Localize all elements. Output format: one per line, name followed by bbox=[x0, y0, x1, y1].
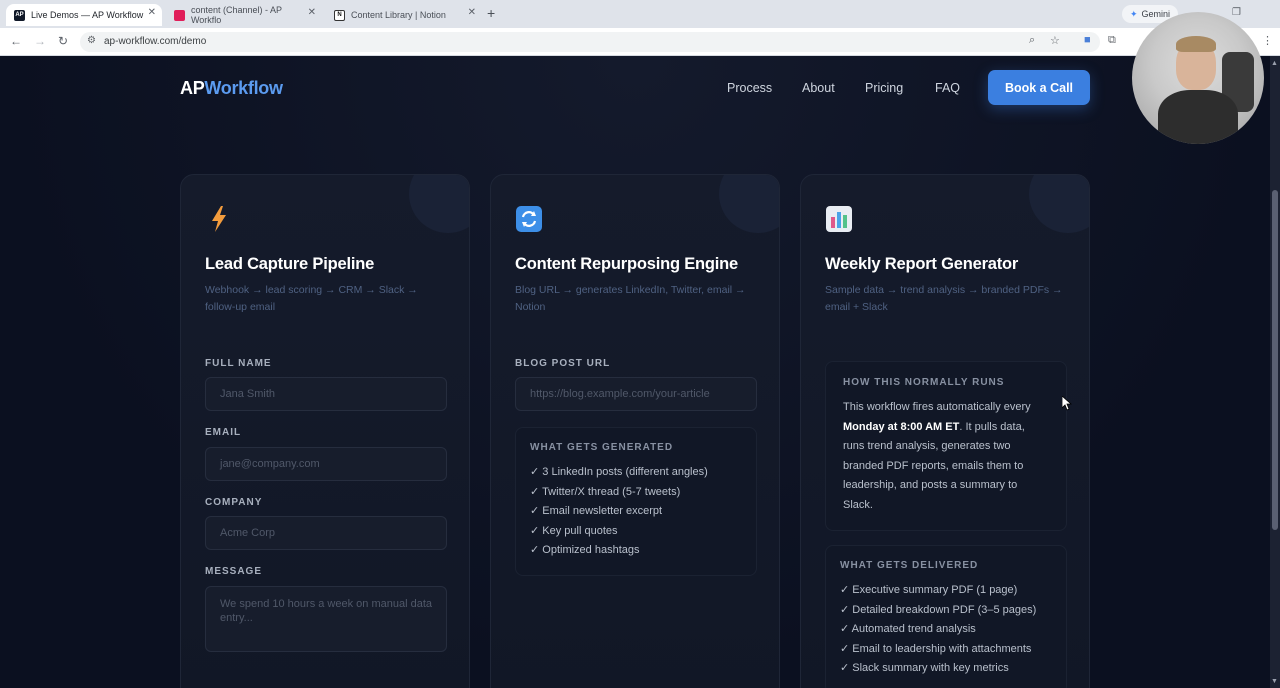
url-omnibox[interactable]: ⚙ ap-workflow.com/demo bbox=[80, 32, 1100, 52]
tab-live-demos[interactable]: AP Live Demos — AP Workflow ✕ bbox=[6, 4, 162, 26]
weekly-report-card: Weekly Report Generator Sample data → tr… bbox=[800, 174, 1090, 688]
company-label: COMPANY bbox=[205, 497, 263, 508]
forward-arrow-icon[interactable]: → bbox=[34, 34, 46, 48]
repeat-icon bbox=[515, 205, 543, 233]
card-title: Weekly Report Generator bbox=[825, 255, 1019, 273]
logo-workflow: Workflow bbox=[204, 78, 283, 98]
list-item: ✓ Executive summary PDF (1 page) bbox=[840, 584, 1018, 596]
normally-runs-title: HOW THIS NORMALLY RUNS bbox=[843, 377, 1005, 388]
zoom-icon[interactable]: ⌕ bbox=[1029, 34, 1035, 47]
tab-notion-library[interactable]: N Content Library | Notion ✕ bbox=[326, 4, 482, 26]
mouse-cursor-icon bbox=[1061, 395, 1073, 416]
full-name-label: FULL NAME bbox=[205, 358, 272, 369]
card-title: Lead Capture Pipeline bbox=[205, 255, 375, 273]
message-textarea[interactable]: We spend 10 hours a week on manual data … bbox=[205, 586, 447, 652]
menu-dots-icon[interactable]: ⋮ bbox=[1262, 34, 1273, 47]
nav-faq[interactable]: FAQ bbox=[935, 81, 960, 95]
book-a-call-button[interactable]: Book a Call bbox=[988, 70, 1090, 105]
card-subtitle: Blog URL → generates LinkedIn, Twitter, … bbox=[515, 284, 746, 313]
email-input[interactable]: jane@company.com bbox=[205, 447, 447, 481]
extension-icon[interactable]: ■ bbox=[1084, 34, 1091, 46]
site-navbar: APWorkflow Process About Pricing FAQ Boo… bbox=[0, 56, 1270, 122]
schedule-highlight: Monday at 8:00 AM ET bbox=[843, 420, 960, 433]
list-item: ✓ Email to leadership with attachments bbox=[840, 642, 1032, 655]
email-label: EMAIL bbox=[205, 427, 242, 438]
list-item: ✓ Email newsletter excerpt bbox=[530, 505, 663, 517]
tab-title: Live Demos — AP Workflow bbox=[31, 10, 144, 20]
full-name-input[interactable]: Jana Smith bbox=[205, 377, 447, 411]
decorative-circle bbox=[1029, 175, 1089, 233]
nav-pricing[interactable]: Pricing bbox=[865, 81, 903, 95]
normally-runs-text: This workflow fires automatically every … bbox=[843, 398, 1049, 515]
ap-favicon-icon: AP bbox=[14, 9, 25, 21]
list-item: ✓ Slack summary with key metrics bbox=[840, 662, 1009, 674]
person-hair bbox=[1176, 36, 1216, 52]
bookmark-star-icon[interactable]: ☆ bbox=[1050, 34, 1060, 47]
list-item: ✓ Key pull quotes bbox=[530, 524, 618, 537]
normally-runs-panel: HOW THIS NORMALLY RUNS This workflow fir… bbox=[825, 361, 1067, 531]
new-tab-plus-icon[interactable]: + bbox=[487, 5, 495, 21]
close-tab-icon[interactable]: ✕ bbox=[308, 7, 316, 18]
scroll-up-arrow-icon[interactable]: ▲ bbox=[1271, 60, 1278, 67]
restore-window-icon[interactable]: ❐ bbox=[1232, 7, 1241, 18]
extensions-puzzle-icon[interactable]: ⧉ bbox=[1108, 34, 1116, 47]
back-arrow-icon[interactable]: ← bbox=[10, 34, 22, 48]
card-subtitle: Webhook → lead scoring → CRM → Slack → f… bbox=[205, 284, 418, 313]
browser-address-bar: ← → ↻ ⚙ ap-workflow.com/demo ⌕ ☆ ■ ⧉ ⋮ bbox=[0, 28, 1280, 56]
webcam-overlay bbox=[1132, 12, 1264, 144]
logo-ap: AP bbox=[180, 78, 205, 98]
decorative-circle bbox=[719, 175, 779, 233]
gemini-label: Gemini bbox=[1141, 9, 1171, 19]
lead-capture-card: Lead Capture Pipeline Webhook → lead sco… bbox=[180, 174, 470, 688]
delivered-title: WHAT GETS DELIVERED bbox=[840, 560, 979, 571]
generated-panel: WHAT GETS GENERATED ✓ 3 LinkedIn posts (… bbox=[515, 427, 757, 576]
site-logo[interactable]: APWorkflow bbox=[180, 78, 283, 99]
tab-title: content (Channel) - AP Workflo bbox=[190, 5, 282, 25]
url-text[interactable]: ap-workflow.com/demo bbox=[104, 36, 206, 47]
card-subtitle: Sample data → trend analysis → branded P… bbox=[825, 284, 1063, 313]
company-input[interactable]: Acme Corp bbox=[205, 516, 447, 550]
tab-slack-content[interactable]: content (Channel) - AP Workflo ✕ bbox=[166, 4, 322, 26]
slack-favicon-icon bbox=[174, 9, 185, 21]
bar-chart-icon bbox=[825, 205, 853, 233]
delivered-panel: WHAT GETS DELIVERED ✓ Executive summary … bbox=[825, 545, 1067, 688]
sparkle-icon: ✦ bbox=[1130, 8, 1138, 19]
nav-about[interactable]: About bbox=[802, 81, 835, 95]
card-title: Content Repurposing Engine bbox=[515, 255, 739, 273]
list-item: ✓ Optimized hashtags bbox=[530, 544, 640, 556]
nav-process[interactable]: Process bbox=[727, 81, 772, 95]
lightning-icon bbox=[205, 205, 233, 233]
list-item: ✓ Automated trend analysis bbox=[840, 623, 976, 635]
person-body bbox=[1158, 90, 1238, 144]
text-part: This workflow fires automatically every bbox=[843, 401, 1031, 413]
site-info-icon[interactable]: ⚙ bbox=[87, 35, 96, 46]
blog-url-input[interactable]: https://blog.example.com/your-article bbox=[515, 377, 757, 411]
text-part: . It pulls data, runs trend analysis, ge… bbox=[843, 420, 1025, 511]
close-tab-icon[interactable]: ✕ bbox=[148, 7, 156, 18]
list-item: ✓ Detailed breakdown PDF (3–5 pages) bbox=[840, 603, 1037, 616]
list-item: ✓ 3 LinkedIn posts (different angles) bbox=[530, 466, 708, 478]
browser-tab-bar: AP Live Demos — AP Workflow ✕ content (C… bbox=[0, 0, 1280, 28]
reload-icon[interactable]: ↻ bbox=[58, 34, 68, 48]
demo-page: APWorkflow Process About Pricing FAQ Boo… bbox=[0, 56, 1270, 688]
scroll-down-arrow-icon[interactable]: ▼ bbox=[1271, 678, 1278, 685]
notion-favicon-icon: N bbox=[334, 9, 345, 21]
blog-url-label: BLOG POST URL bbox=[515, 358, 611, 369]
message-label: MESSAGE bbox=[205, 566, 263, 577]
content-repurposing-card: Content Repurposing Engine Blog URL → ge… bbox=[490, 174, 780, 688]
generated-title: WHAT GETS GENERATED bbox=[530, 442, 674, 453]
decorative-circle bbox=[409, 175, 469, 233]
list-item: ✓ Twitter/X thread (5-7 tweets) bbox=[530, 485, 681, 498]
scrollbar-thumb[interactable] bbox=[1272, 190, 1278, 530]
tab-title: Content Library | Notion bbox=[351, 10, 446, 20]
close-tab-icon[interactable]: ✕ bbox=[468, 7, 476, 18]
